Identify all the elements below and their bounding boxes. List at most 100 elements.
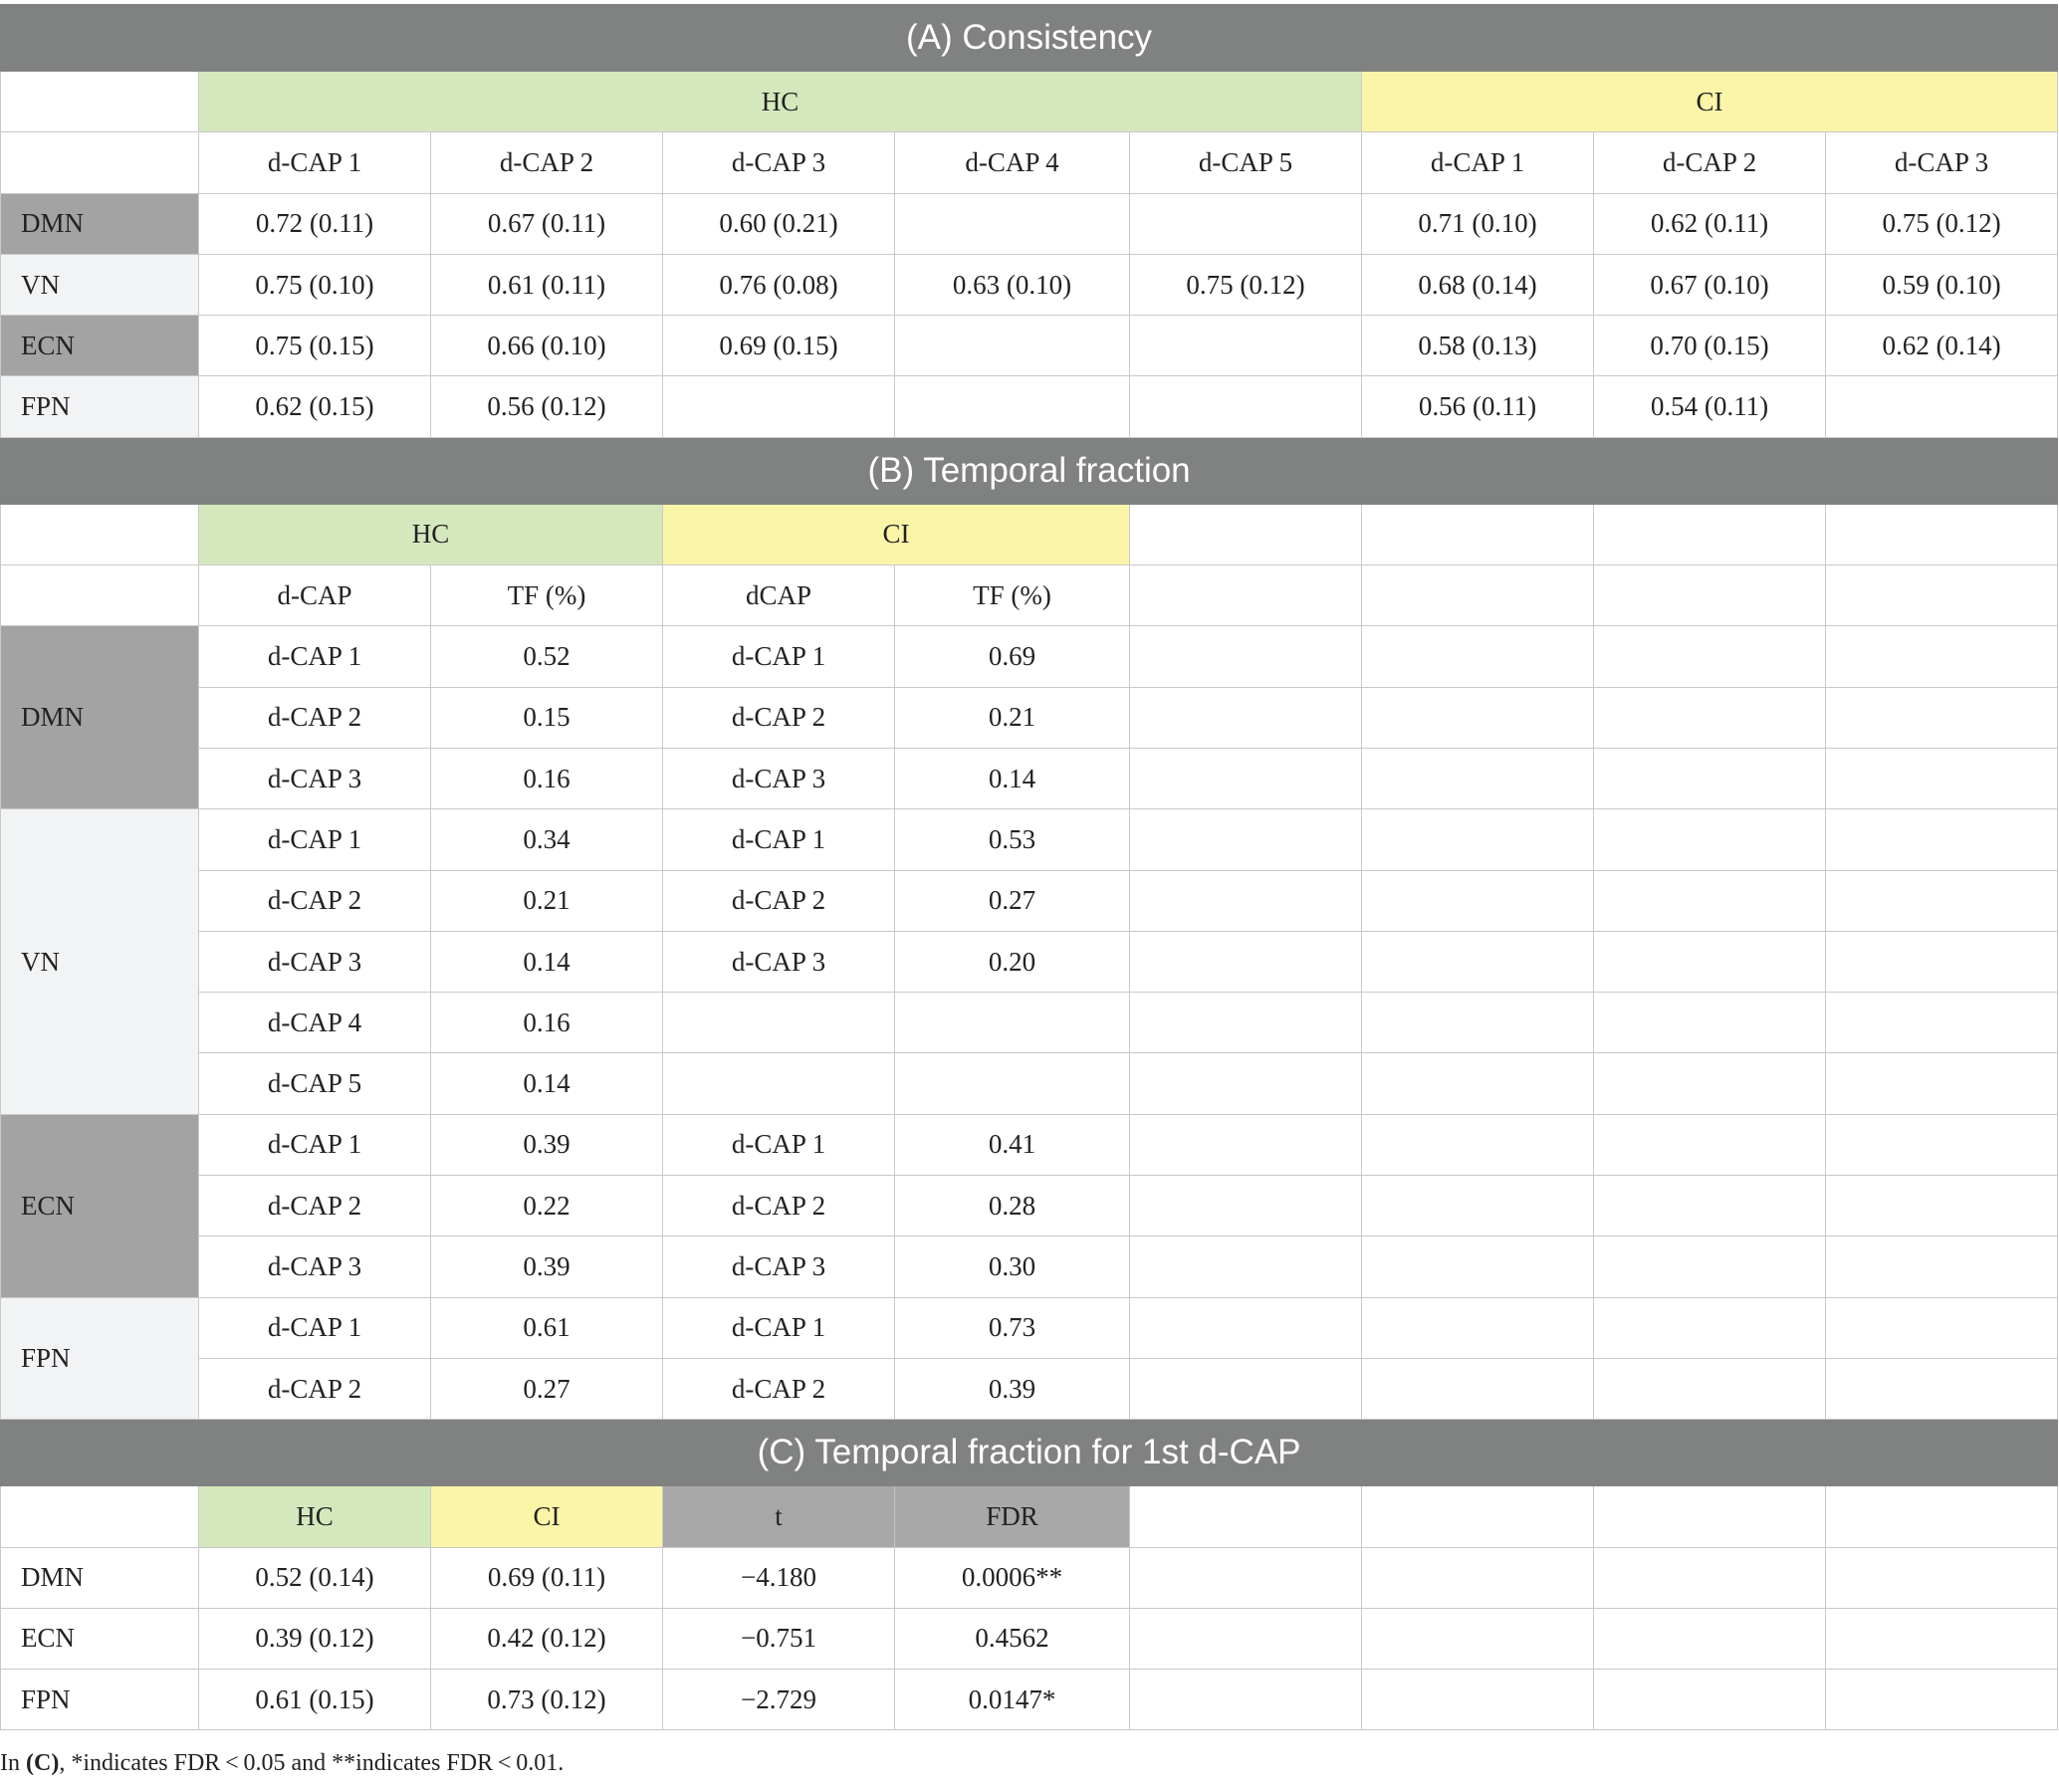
table-cell: 0.60 (0.21) [662, 192, 895, 255]
empty-cell [1129, 1669, 1362, 1731]
empty-cell [1824, 1546, 2059, 1609]
empty-cell [1361, 1296, 1594, 1359]
table-row: DMN d-CAP 1 0.52 d-CAP 1 0.69 [0, 625, 2059, 810]
empty-cell [1361, 1113, 1594, 1177]
empty-cell [1593, 686, 1826, 749]
row-label: DMN [0, 192, 199, 255]
empty-cell [1824, 564, 2059, 627]
table-cell: d-CAP 1 [662, 625, 895, 688]
empty-cell [1824, 686, 2059, 749]
empty-cell [1361, 1485, 1594, 1548]
table-cell: 0.52 [430, 625, 663, 688]
table-cell: 0.71 (0.10) [1361, 192, 1594, 255]
row-label: FPN [0, 375, 199, 438]
row-group-label: DMN [0, 625, 199, 810]
table-row: HC CI [0, 70, 2059, 133]
footnote: In (C), *indicates FDR < 0.05 and **indi… [0, 1750, 565, 1776]
table-cell: 0.75 (0.15) [198, 315, 431, 377]
row-label: VN [0, 253, 199, 317]
table-cell: d-CAP 2 [662, 1175, 895, 1237]
table-cell: 0.0147* [894, 1669, 1130, 1731]
table-cell: d-CAP 3 [662, 930, 895, 994]
table-cell: 0.69 [894, 625, 1130, 688]
table-row: d-CAP 4 0.16 [1, 992, 2059, 1054]
table-cell: 0.75 (0.12) [1129, 253, 1362, 317]
table-cell: 0.61 [430, 1296, 663, 1359]
empty-cell [1361, 808, 1594, 871]
table-cell [662, 1052, 895, 1115]
section-title: (A) Consistency [0, 4, 2059, 72]
empty-cell [1129, 1235, 1362, 1298]
column-header: d-CAP 1 [1361, 131, 1594, 194]
group-header-hc: HC [198, 70, 1362, 133]
empty-cell [1129, 930, 1362, 994]
empty-cell [1129, 1546, 1362, 1609]
table-cell [662, 375, 895, 438]
table-row: HC CI [0, 503, 2059, 566]
empty-cell [1593, 1235, 1826, 1298]
empty-cell [1361, 1669, 1594, 1731]
empty-cell [1824, 1296, 2059, 1359]
empty-cell [1593, 1669, 1826, 1731]
table-row: d-CAP 2 0.27 d-CAP 2 0.39 [1, 1357, 2059, 1421]
table-row: d-CAP 2 0.22 d-CAP 2 0.28 [1, 1175, 2059, 1237]
table-cell: d-CAP 1 [198, 808, 431, 871]
empty-cell [1824, 869, 2059, 932]
empty-cell [1593, 503, 1826, 566]
row-label: FPN [0, 1669, 199, 1731]
table-cell: d-CAP 1 [198, 1113, 431, 1177]
table-row: d-CAP 3 0.16 d-CAP 3 0.14 [1, 747, 2059, 810]
table-cell: d-CAP 2 [662, 1357, 895, 1421]
table-cell [894, 375, 1130, 438]
table-cell: d-CAP 1 [198, 1296, 431, 1359]
empty-cell [1593, 1175, 1826, 1237]
column-header: FDR [894, 1485, 1130, 1548]
empty-cell [1129, 869, 1362, 932]
table-cell: d-CAP 2 [662, 869, 895, 932]
table-cell [1129, 315, 1362, 377]
table-cell: d-CAP 4 [198, 992, 431, 1054]
table-cell [894, 992, 1130, 1054]
empty-cell [1129, 808, 1362, 871]
empty-cell [0, 70, 199, 133]
table-cell: 0.14 [430, 1052, 663, 1115]
empty-cell [1129, 992, 1362, 1054]
empty-cell [1824, 930, 2059, 994]
table-cell: 0.39 [894, 1357, 1130, 1421]
empty-cell [1129, 625, 1362, 688]
empty-cell [1593, 1607, 1826, 1671]
table-cell: d-CAP 3 [662, 747, 895, 810]
empty-cell [1824, 503, 2059, 566]
table-cell: 0.16 [430, 992, 663, 1054]
empty-cell [0, 1485, 199, 1548]
table-cell: 0.21 [430, 869, 663, 932]
table-row: (B) Temporal fraction [0, 436, 2059, 505]
empty-cell [1361, 747, 1594, 810]
empty-cell [1129, 1485, 1362, 1548]
empty-cell [1593, 808, 1826, 871]
empty-cell [1593, 625, 1826, 688]
table-cell: 0.39 (0.12) [198, 1607, 431, 1671]
table-row: ECN 0.75 (0.15) 0.66 (0.10) 0.69 (0.15) 0.58… [0, 315, 2059, 377]
row-group-label: ECN [0, 1113, 199, 1298]
empty-cell [1129, 1296, 1362, 1359]
row-label: DMN [0, 1546, 199, 1609]
table-cell: d-CAP 3 [662, 1235, 895, 1298]
empty-cell [1593, 1296, 1826, 1359]
table-cell: d-CAP 2 [198, 686, 431, 749]
column-header: d-CAP 2 [430, 131, 663, 194]
table-cell: 0.52 (0.14) [198, 1546, 431, 1609]
empty-cell [1361, 1235, 1594, 1298]
table-row: d-CAP 5 0.14 [1, 1052, 2059, 1115]
empty-cell [1593, 1546, 1826, 1609]
table-row: (A) Consistency [0, 4, 2059, 72]
table-cell: −2.729 [662, 1669, 895, 1731]
empty-cell [0, 564, 199, 627]
table-cell: d-CAP 3 [198, 930, 431, 994]
table-cell: 0.39 [430, 1235, 663, 1298]
empty-cell [1824, 1485, 2059, 1548]
table-cell: d-CAP 5 [198, 1052, 431, 1115]
table-cell: 0.69 (0.15) [662, 315, 895, 377]
column-header: TF (%) [430, 564, 663, 627]
table-cell [894, 315, 1130, 377]
